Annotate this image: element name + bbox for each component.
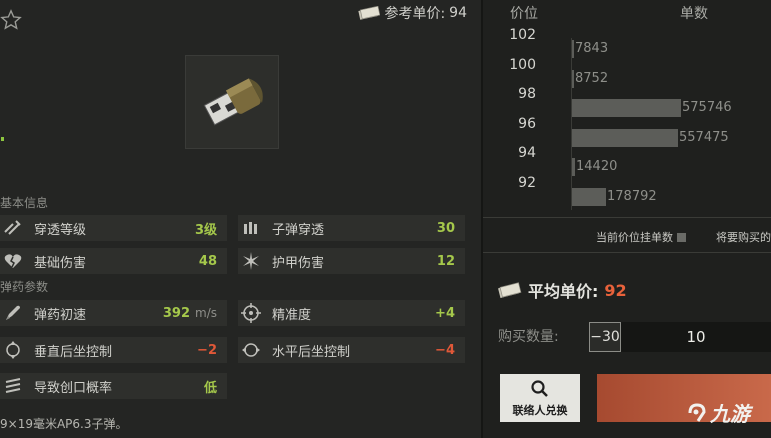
stat-vertical-recoil: 垂直后坐控制 −2	[0, 337, 227, 363]
stat-value: 48	[198, 253, 217, 269]
quantity-input[interactable]: 10	[621, 322, 771, 352]
stat-label: 基础伤害	[34, 255, 87, 271]
stat-label: 水平后坐控制	[272, 344, 351, 360]
watermark-text: 九游	[710, 402, 750, 426]
reference-price-value: 94	[449, 5, 467, 21]
legend-buy: 将要购买的	[716, 229, 771, 245]
watermark-logo: 九游	[686, 398, 750, 427]
order-count-bar	[572, 69, 574, 88]
stat-value: 30	[436, 220, 455, 236]
nine-game-logo-icon	[688, 402, 706, 422]
stat-label: 导致创口概率	[34, 380, 113, 396]
rocket-icon	[0, 300, 26, 326]
order-count-bar	[572, 128, 678, 147]
slash-wound-icon	[0, 373, 26, 399]
stat-bullet-penetration: 子弹穿透 30	[238, 215, 465, 241]
bar-row: 178792	[572, 187, 762, 206]
bar-row: 557475	[572, 128, 762, 147]
quantity-decrease-button[interactable]: −30	[589, 322, 621, 352]
legend-buy-label: 将要购买的	[716, 231, 771, 244]
stat-value: +4	[435, 305, 455, 321]
stat-value: −2	[197, 342, 217, 358]
armor-burst-icon	[238, 248, 264, 274]
price-level-label: 96	[518, 115, 536, 132]
bar-row: 575746	[572, 99, 762, 117]
stat-label: 精准度	[272, 307, 312, 323]
column-header-price: 价位	[510, 6, 538, 22]
stat-value: 12	[436, 253, 455, 269]
bar-row: 14420	[572, 158, 762, 176]
stat-value: 3级	[194, 222, 217, 238]
order-count-value: 8752	[575, 70, 609, 86]
legend-current: 当前价位挂单数	[596, 229, 686, 245]
stat-value: 低	[203, 380, 217, 396]
stat-value: 392 m/s	[163, 306, 227, 321]
price-level-label: 100	[509, 56, 536, 73]
stat-horizontal-recoil: 水平后坐控制 −4	[238, 337, 465, 363]
status-dot	[1, 137, 4, 141]
order-count-value: 178792	[607, 188, 657, 204]
stat-bleed-chance: 导致创口概率 低	[0, 373, 227, 399]
stat-penetration-level: 穿透等级 3级	[0, 215, 227, 241]
legend-current-label: 当前价位挂单数	[596, 231, 673, 244]
average-price-value: 92	[604, 280, 627, 300]
price-level-label: 98	[518, 86, 536, 102]
order-count-bar	[572, 40, 574, 58]
item-image	[185, 55, 279, 149]
reference-price: 参考单价: 94	[358, 3, 467, 23]
chart-bottom-divider	[483, 217, 771, 218]
price-level-label: 94	[518, 145, 536, 161]
stat-label: 穿透等级	[34, 222, 87, 238]
order-count-value: 575746	[682, 100, 732, 115]
stat-value-number: 392	[162, 305, 191, 321]
search-icon	[531, 379, 548, 397]
ammo-box-icon	[203, 78, 263, 126]
order-count-bar	[572, 187, 606, 206]
contact-exchange-button[interactable]: 联络人兑换	[500, 374, 580, 422]
average-price: 平均单价: 92	[498, 278, 627, 302]
column-header-count: 单数	[680, 6, 708, 22]
order-count-value: 7843	[575, 41, 609, 56]
stat-base-damage: 基础伤害 48	[0, 248, 227, 274]
crosshair-icon	[238, 300, 264, 326]
broken-heart-icon	[0, 248, 26, 274]
bar-row: 7843	[572, 40, 762, 58]
money-icon	[498, 282, 522, 298]
stat-label: 护甲伤害	[272, 255, 325, 271]
penetration-icon	[0, 215, 26, 241]
chart-axis	[571, 38, 572, 210]
stat-label: 子弹穿透	[272, 222, 325, 238]
legend-divider	[483, 252, 771, 253]
stat-muzzle-velocity: 弹药初速 392 m/s	[0, 300, 227, 326]
bar-row: 8752	[572, 69, 762, 88]
favorite-star-icon[interactable]	[0, 9, 22, 31]
price-level-label: 102	[509, 27, 536, 43]
price-level-label: 92	[518, 174, 536, 191]
stat-label: 弹药初速	[34, 307, 87, 323]
order-count-value: 557475	[679, 129, 729, 145]
order-count-bar	[572, 99, 681, 117]
vertical-recoil-icon	[0, 337, 26, 363]
quantity-label: 购买数量:	[498, 329, 559, 345]
stat-value-unit: m/s	[195, 305, 217, 320]
bullets-icon	[238, 215, 264, 241]
reference-price-label: 参考单价:	[384, 6, 446, 22]
money-icon	[358, 6, 381, 20]
order-count-bar	[572, 158, 575, 176]
stat-label: 垂直后坐控制	[34, 344, 113, 360]
average-price-label: 平均单价:	[528, 282, 599, 301]
section-ammo-params: 弹药参数	[0, 280, 49, 294]
item-description: 9×19毫米AP6.3子弹。	[0, 417, 128, 431]
section-basic-info: 基本信息	[0, 196, 49, 210]
legend-current-swatch	[677, 232, 686, 242]
stat-armor-damage: 护甲伤害 12	[238, 248, 465, 274]
stat-value: −4	[435, 342, 455, 358]
stat-accuracy: 精准度 +4	[238, 300, 465, 326]
horizontal-recoil-icon	[238, 337, 264, 363]
item-detail-panel: 参考单价: 94 基本信息 穿透等级 3级 子弹穿透 30 基础伤害 48 护甲…	[0, 0, 481, 438]
contact-exchange-label: 联络人兑换	[512, 403, 568, 417]
order-count-value: 14420	[576, 159, 618, 174]
